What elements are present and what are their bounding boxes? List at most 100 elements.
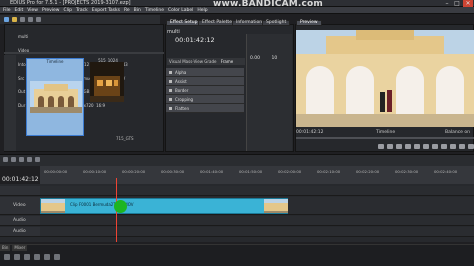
minimize-button[interactable]: –: [442, 0, 452, 7]
add-icon[interactable]: [14, 254, 20, 260]
divider: [4, 52, 164, 54]
track-header[interactable]: Video: [0, 197, 40, 215]
search-icon[interactable]: [44, 254, 50, 260]
effect-item[interactable]: Border: [166, 86, 244, 95]
maximize-button[interactable]: □: [452, 0, 462, 7]
ruler-label: 00:02:30:00: [395, 169, 419, 174]
ruler-label: 00:02:40:00: [434, 169, 458, 174]
menu-help[interactable]: Help: [197, 7, 207, 13]
mode-value: Frame: [220, 59, 234, 64]
ruler-label: 00:02:10:00: [317, 169, 341, 174]
tab-information[interactable]: Information: [232, 20, 267, 26]
playback-controls: [296, 141, 474, 151]
track-lane[interactable]: [40, 216, 474, 226]
menu-preview[interactable]: Preview: [42, 7, 60, 13]
track-header[interactable]: Audio: [0, 216, 40, 226]
insert-icon[interactable]: [459, 143, 465, 149]
ruler-label: 00:00:10:00: [83, 169, 107, 174]
menu-export[interactable]: Export Tasks: [92, 7, 120, 13]
marker-icon[interactable]: [35, 157, 40, 162]
palace-thumbnail: [30, 81, 82, 113]
ripple-icon[interactable]: [19, 157, 24, 162]
fast-forward-icon[interactable]: [441, 143, 447, 149]
preview-right-label: Balance on: [445, 130, 470, 135]
effect-item[interactable]: Assist: [166, 77, 244, 86]
overwrite-icon[interactable]: [468, 143, 474, 149]
night-building-thumbnail: [90, 62, 124, 102]
effect-list: Alpha Assist Border Cropping Flatten: [166, 68, 244, 120]
menu-bin[interactable]: Bin: [134, 7, 141, 13]
preview-scrubber[interactable]: [296, 137, 474, 139]
loop-icon[interactable]: [450, 143, 456, 149]
tab-spotlight[interactable]: Spotlight: [262, 20, 291, 26]
effect-item[interactable]: Flatten: [166, 104, 244, 113]
stop-icon[interactable]: [396, 143, 402, 149]
properties-icon[interactable]: [34, 254, 40, 260]
mode-label: Visual Mass-View Grade: [169, 59, 217, 64]
preview-timecode: 00:01:42:12: [296, 130, 324, 135]
save-icon[interactable]: [20, 17, 25, 22]
ruler-label: 00:01:50:00: [239, 169, 263, 174]
track-lane[interactable]: [40, 227, 474, 237]
menu-bar: File Edit View Preview Clip Track Export…: [0, 7, 474, 14]
effect-item[interactable]: Cropping: [166, 95, 244, 104]
ruler-label: 00:00:30:00: [161, 169, 185, 174]
clip-end-thumbnail: [264, 199, 288, 213]
bin-folder-strip[interactable]: [4, 55, 16, 151]
tab-effect-palette[interactable]: Effect Palette: [198, 20, 236, 26]
menu-clip[interactable]: Clip: [63, 7, 72, 13]
ruler-label: 00:00:00:00: [44, 169, 68, 174]
effect-item[interactable]: Alpha: [166, 68, 244, 77]
close-button[interactable]: ✕: [463, 0, 473, 7]
track-lane[interactable]: [40, 186, 474, 196]
ruler-label: 00:01:40:00: [200, 169, 224, 174]
track-header[interactable]: [0, 186, 40, 196]
clip-label: Timeline: [46, 59, 64, 64]
open-folder-icon[interactable]: [12, 17, 17, 22]
parameter-values: 0.00 10: [250, 56, 277, 61]
mode-select[interactable]: Visual Mass-View Grade Frame: [167, 58, 245, 65]
clip-thumbnail[interactable]: 515_1024: [90, 58, 126, 136]
parameter-value[interactable]: 10: [271, 56, 277, 61]
step-forward-icon[interactable]: [432, 143, 438, 149]
preview-label: Timeline: [376, 130, 396, 135]
menu-color-label[interactable]: Color Label: [168, 7, 193, 13]
menu-view[interactable]: View: [27, 7, 38, 13]
undo-icon[interactable]: [28, 17, 33, 22]
set-in-icon[interactable]: [378, 143, 384, 149]
menu-timeline[interactable]: Timeline: [145, 7, 164, 13]
folder-icon[interactable]: [4, 254, 10, 260]
play-icon[interactable]: [423, 143, 429, 149]
snap-icon[interactable]: [27, 157, 32, 162]
parameter-value[interactable]: 0.00: [250, 56, 260, 61]
ruler-label: 00:02:00:00: [278, 169, 302, 174]
tab-bin[interactable]: Bin: [0, 245, 11, 251]
keyframe-area[interactable]: [246, 34, 292, 151]
tab-mixer[interactable]: Mixer: [12, 245, 28, 251]
track-label: Video: [13, 203, 26, 208]
clip-thumbnail-selected[interactable]: Timeline: [26, 58, 84, 136]
effect-timecode: 00:01:42:12: [175, 36, 215, 44]
clip-start-thumbnail: [41, 199, 65, 213]
menu-track[interactable]: Track: [76, 7, 88, 13]
timeline-timecode: 00:01:42:12: [2, 176, 39, 183]
set-out-icon[interactable]: [387, 143, 393, 149]
menu-edit[interactable]: Edit: [15, 7, 24, 13]
track-header[interactable]: Audio: [0, 227, 40, 237]
tab-preview[interactable]: Preview: [296, 20, 322, 26]
bottom-bar: [0, 244, 474, 266]
bottom-tabs: Bin Mixer: [0, 245, 28, 251]
track-label: Audio: [13, 229, 26, 234]
new-icon[interactable]: [4, 17, 9, 22]
delete-icon[interactable]: [24, 254, 30, 260]
tab-effect-setup[interactable]: Effect Setup: [166, 20, 202, 26]
rewind-icon[interactable]: [405, 143, 411, 149]
effect-target-name: multi: [167, 29, 180, 35]
menu-re[interactable]: Re: [124, 7, 130, 13]
cut-icon[interactable]: [11, 157, 16, 162]
menu-file[interactable]: File: [3, 7, 11, 13]
sequence-icon[interactable]: [3, 157, 8, 162]
redo-icon[interactable]: [36, 17, 41, 22]
list-view-icon[interactable]: [54, 254, 60, 260]
step-back-icon[interactable]: [414, 143, 420, 149]
